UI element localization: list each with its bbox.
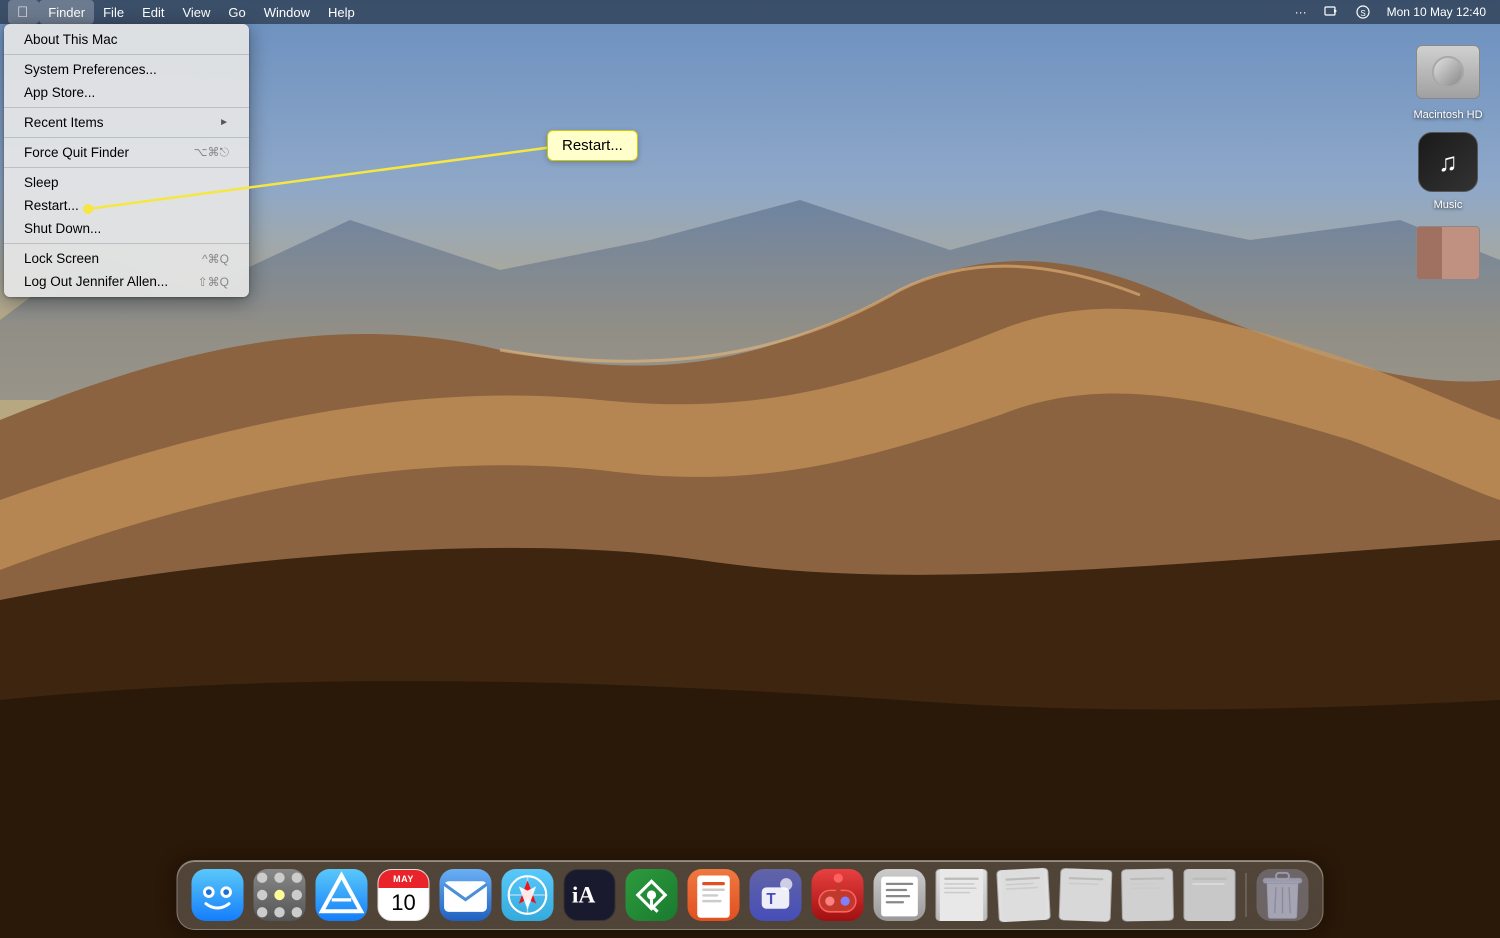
lock-screen-label: Lock Screen (24, 251, 99, 266)
menubar-window[interactable]: Window (255, 0, 319, 24)
dock-safari[interactable] (500, 867, 556, 923)
dock-joystick[interactable] (810, 867, 866, 923)
apple-dropdown-menu: About This Mac System Preferences... App… (4, 24, 249, 297)
app-store-item[interactable]: App Store... (8, 81, 245, 104)
menubar:  Finder File Edit View Go Window Help ·… (0, 0, 1500, 24)
control-strip[interactable]: ··· (1289, 0, 1313, 24)
dock-calendar[interactable]: MAY 10 (376, 867, 432, 923)
menubar-right: ··· S Mon 10 May 12:40 (1289, 0, 1492, 24)
dock-keepass[interactable] (624, 867, 680, 923)
recent-items-label: Recent Items (24, 115, 104, 130)
screen-record-icon[interactable] (1317, 0, 1345, 24)
music-app-icon[interactable]: ♫ Music (1408, 130, 1488, 212)
lock-screen-item[interactable]: Lock Screen ^⌘Q (8, 247, 245, 270)
restart-callout-label: Restart... (562, 137, 623, 154)
pages-icon (688, 869, 740, 921)
keepass-icon (626, 869, 678, 921)
menu-separator-2 (4, 107, 249, 108)
log-out-item[interactable]: Log Out Jennifer Allen... ⇧⌘Q (8, 270, 245, 293)
siri-icon[interactable]: S (1349, 0, 1377, 24)
shut-down-item[interactable]: Shut Down... (8, 217, 245, 240)
safari-icon (502, 869, 554, 921)
preview-4-icon (1121, 869, 1174, 922)
teams-icon: T (750, 869, 802, 921)
svg-text:S: S (1360, 9, 1365, 18)
force-quit-item[interactable]: Force Quit Finder ⌥⌘⎋ (8, 141, 245, 164)
calendar-date: 10 (391, 890, 415, 916)
dock-finder[interactable] (190, 867, 246, 923)
apple-logo-icon:  (17, 4, 28, 21)
restart-callout: Restart... (547, 130, 638, 161)
lock-screen-shortcut: ^⌘Q (202, 252, 229, 266)
macintosh-hd-icon[interactable]: Macintosh HD (1408, 40, 1488, 122)
dock-script-editor[interactable] (872, 867, 928, 923)
menu-separator-1 (4, 54, 249, 55)
dock-teams[interactable]: T (748, 867, 804, 923)
music-label: Music (1434, 198, 1463, 212)
menu-separator-3 (4, 137, 249, 138)
restart-item[interactable]: Restart... (8, 194, 245, 217)
log-out-label: Log Out Jennifer Allen... (24, 274, 168, 289)
ia-writer-icon: iA (564, 869, 616, 921)
launchpad-icon (254, 869, 306, 921)
calendar-month: MAY (379, 870, 429, 888)
force-quit-shortcut: ⌥⌘⎋ (194, 145, 229, 160)
dock-separator (1246, 873, 1247, 917)
thumbnail-img (1416, 221, 1480, 285)
dock-preview-3[interactable] (1058, 867, 1114, 923)
menubar-finder[interactable]: Finder (39, 0, 94, 24)
thumb-shape (1416, 226, 1480, 280)
menu-separator-4 (4, 167, 249, 168)
mail-icon (440, 869, 492, 921)
preview-2-icon (996, 868, 1051, 923)
desktop-icons: Macintosh HD ♫ Music (1408, 40, 1488, 289)
dock-preview-2[interactable] (996, 867, 1052, 923)
menu-separator-5 (4, 243, 249, 244)
dock-ia-writer[interactable]: iA (562, 867, 618, 923)
appstore-icon (316, 869, 368, 921)
dock-mail[interactable] (438, 867, 494, 923)
svg-text:iA: iA (572, 882, 596, 908)
apple-menu-trigger[interactable]:  (8, 0, 39, 24)
menubar-go[interactable]: Go (219, 0, 254, 24)
log-out-shortcut: ⇧⌘Q (198, 275, 229, 289)
hd-drive-icon (1416, 45, 1480, 99)
dock-preview-5[interactable] (1182, 867, 1238, 923)
menubar-view[interactable]: View (173, 0, 219, 24)
script-editor-icon (874, 869, 926, 921)
preview-3-icon (1059, 868, 1113, 922)
dock: MAY 10 iA (177, 860, 1324, 930)
menubar-edit[interactable]: Edit (133, 0, 173, 24)
dock-preview-1[interactable] (934, 867, 990, 923)
trash-icon (1257, 869, 1309, 921)
finder-icon (192, 869, 244, 921)
music-note-icon: ♫ (1438, 147, 1458, 178)
force-quit-label: Force Quit Finder (24, 145, 129, 160)
joystick-icon (812, 869, 864, 921)
dock-appstore[interactable] (314, 867, 370, 923)
preview-1-icon (936, 869, 988, 921)
sleep-item[interactable]: Sleep (8, 171, 245, 194)
preview-5-icon (1184, 869, 1236, 921)
dock-pages[interactable] (686, 867, 742, 923)
recent-items-item[interactable]: Recent Items ► (8, 111, 245, 134)
menubar-file[interactable]: File (94, 0, 133, 24)
svg-text:T: T (766, 891, 776, 908)
menubar-left:  Finder File Edit View Go Window Help (8, 0, 364, 24)
dock-trash[interactable] (1255, 867, 1311, 923)
system-preferences-item[interactable]: System Preferences... (8, 58, 245, 81)
macintosh-hd-label: Macintosh HD (1413, 108, 1482, 122)
dock-preview-4[interactable] (1120, 867, 1176, 923)
macintosh-hd-image (1416, 40, 1480, 104)
about-this-mac-item[interactable]: About This Mac (8, 28, 245, 51)
thumbnail-icon[interactable] (1408, 221, 1488, 289)
dock-launchpad[interactable] (252, 867, 308, 923)
music-icon-img: ♫ (1416, 130, 1480, 194)
menubar-help[interactable]: Help (319, 0, 364, 24)
calendar-icon: MAY 10 (378, 869, 430, 921)
recent-items-arrow-icon: ► (219, 117, 229, 128)
datetime[interactable]: Mon 10 May 12:40 (1381, 0, 1492, 24)
music-icon-shape: ♫ (1418, 132, 1478, 192)
